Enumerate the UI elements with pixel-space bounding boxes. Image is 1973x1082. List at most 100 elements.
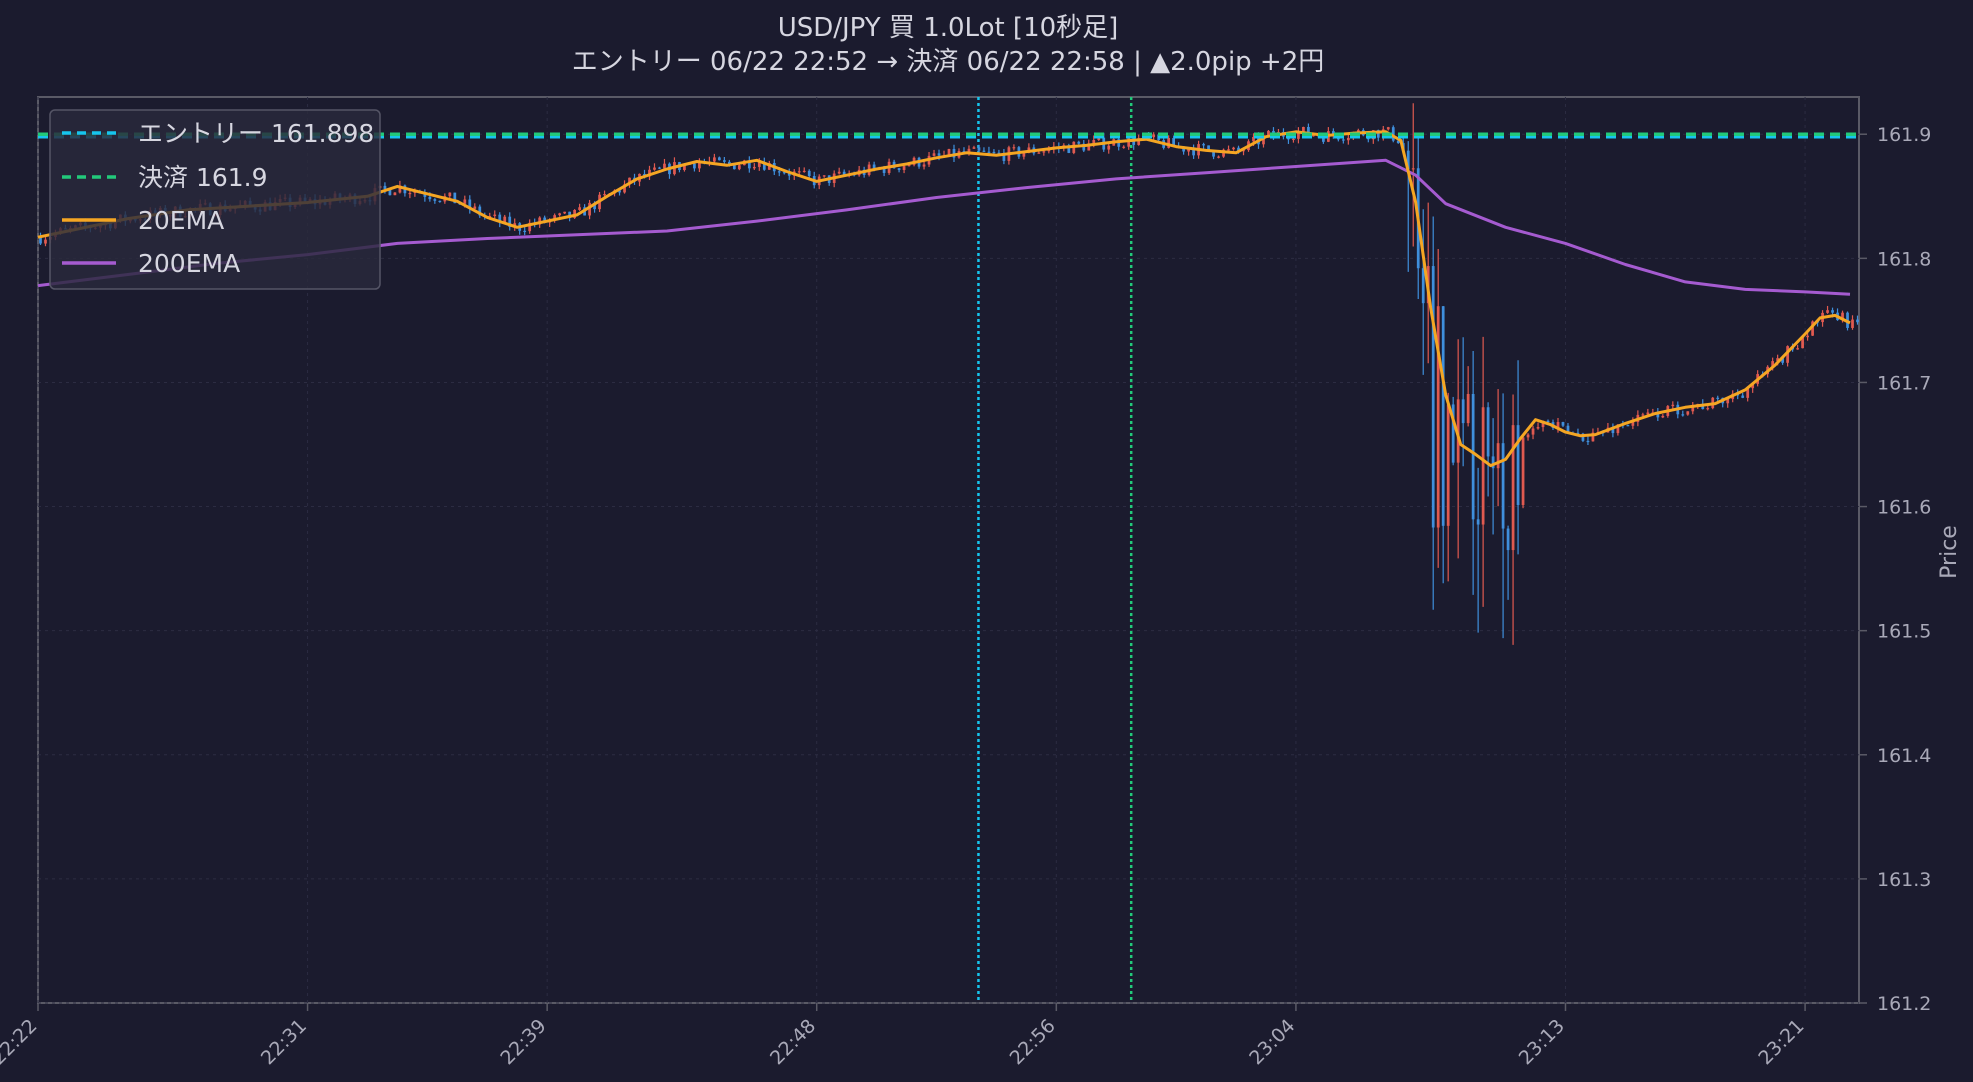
candle-body	[1511, 425, 1515, 551]
candle-body	[693, 163, 696, 169]
candle-body	[1411, 168, 1415, 170]
candle-body	[1521, 437, 1525, 506]
candle-body	[1466, 393, 1470, 424]
y-tick-label: 161.3	[1877, 869, 1931, 891]
candle-body	[713, 157, 716, 162]
y-tick-label: 161.6	[1877, 497, 1931, 519]
candle-body	[1042, 151, 1046, 153]
candle-body	[1267, 130, 1270, 136]
y-tick-label: 161.4	[1877, 745, 1931, 767]
candle-body	[1346, 137, 1350, 141]
candle-body	[1796, 348, 1799, 350]
candle-body	[1227, 149, 1230, 151]
candle-body	[1856, 319, 1859, 323]
candle-body	[1037, 152, 1041, 154]
y-tick-label: 161.2	[1877, 993, 1931, 1015]
candle-body	[1441, 306, 1445, 526]
legend-label-exit: 決済 161.9	[138, 163, 268, 192]
candle-body	[977, 147, 981, 151]
candle-body	[1806, 335, 1809, 338]
candle-body	[1531, 428, 1535, 435]
candle-body	[1716, 397, 1720, 399]
y-tick-label: 161.7	[1877, 372, 1931, 394]
y-axis-label: Price	[1937, 525, 1962, 579]
y-tick-label: 161.9	[1877, 124, 1931, 146]
candle-body	[757, 162, 761, 167]
candle-body	[992, 151, 996, 154]
candle-body	[807, 170, 811, 177]
candle-body	[1446, 404, 1450, 526]
y-tick-label: 161.5	[1877, 621, 1931, 643]
candle-body	[1506, 528, 1510, 551]
candle-body	[752, 166, 756, 169]
candle-body	[1476, 519, 1480, 525]
candle-body	[1471, 393, 1475, 520]
candle-body	[822, 175, 826, 177]
candle-body	[1302, 126, 1305, 132]
candle-body	[408, 192, 412, 195]
candle-body	[1706, 408, 1710, 410]
candle-body	[1077, 141, 1081, 144]
legend: エントリー 161.898 決済 161.9 20EMA 200EMA	[49, 109, 381, 290]
candle-body	[982, 150, 986, 152]
candle-body	[1481, 407, 1485, 525]
candle-body	[1386, 127, 1390, 130]
candle-body	[718, 157, 721, 161]
candle-body	[438, 200, 442, 203]
candle-body	[922, 164, 926, 167]
candle-body	[1671, 404, 1675, 407]
candle-body	[1107, 145, 1111, 150]
candle-body	[837, 171, 841, 174]
candle-body	[1421, 268, 1425, 304]
candle-body	[448, 192, 452, 197]
candle-body	[1486, 407, 1490, 457]
candle-body	[1341, 139, 1345, 141]
candle-body	[1152, 134, 1156, 138]
candle-body	[563, 211, 567, 214]
candle-body	[1681, 414, 1685, 416]
price-chart: USD/JPY 買 1.0Lot [10秒足] エントリー 06/22 22:5…	[0, 0, 1973, 1082]
candle-body	[1626, 425, 1630, 427]
candle-body	[937, 153, 941, 156]
legend-label-entry: エントリー 161.898	[138, 119, 374, 148]
candle-body	[1012, 147, 1016, 149]
candle-body	[1526, 434, 1530, 438]
candle-body	[1122, 146, 1126, 148]
legend-label-ema200: 200EMA	[138, 249, 240, 278]
candle-body	[578, 207, 581, 210]
candle-body	[1516, 425, 1520, 506]
candle-body	[902, 166, 906, 170]
candle-body	[1641, 414, 1645, 416]
candle-body	[872, 164, 876, 169]
candle-body	[777, 171, 781, 173]
candle-body	[558, 213, 562, 216]
candle-body	[1202, 144, 1205, 146]
candle-body	[1741, 395, 1745, 398]
candle-body	[1561, 422, 1565, 426]
candle-body	[603, 194, 606, 196]
candle-body	[1661, 415, 1665, 418]
candle-body	[1586, 440, 1590, 443]
candle-body	[802, 170, 806, 173]
candle-body	[1461, 399, 1465, 424]
legend-label-ema20: 20EMA	[138, 206, 224, 235]
chart-subtitle: エントリー 06/22 22:52 → 決済 06/22 22:58 | ▲2.…	[572, 47, 1325, 77]
candle-body	[1831, 310, 1834, 313]
candle-body	[393, 192, 397, 196]
candle-body	[663, 163, 666, 169]
candle-body	[493, 214, 497, 216]
candle-body	[737, 165, 741, 170]
candle-body	[44, 239, 47, 244]
candle-body	[658, 167, 661, 169]
candle-body	[428, 196, 432, 200]
chart-title: USD/JPY 買 1.0Lot [10秒足]	[778, 13, 1119, 43]
candle-body	[653, 167, 656, 170]
candle-body	[1217, 156, 1220, 158]
candle-body	[722, 160, 726, 162]
candle-body	[1292, 138, 1295, 141]
candle-body	[897, 168, 901, 170]
candle-body	[523, 230, 527, 232]
candle-body	[932, 153, 936, 156]
candle-body	[1536, 427, 1540, 429]
candle-body	[972, 147, 976, 149]
